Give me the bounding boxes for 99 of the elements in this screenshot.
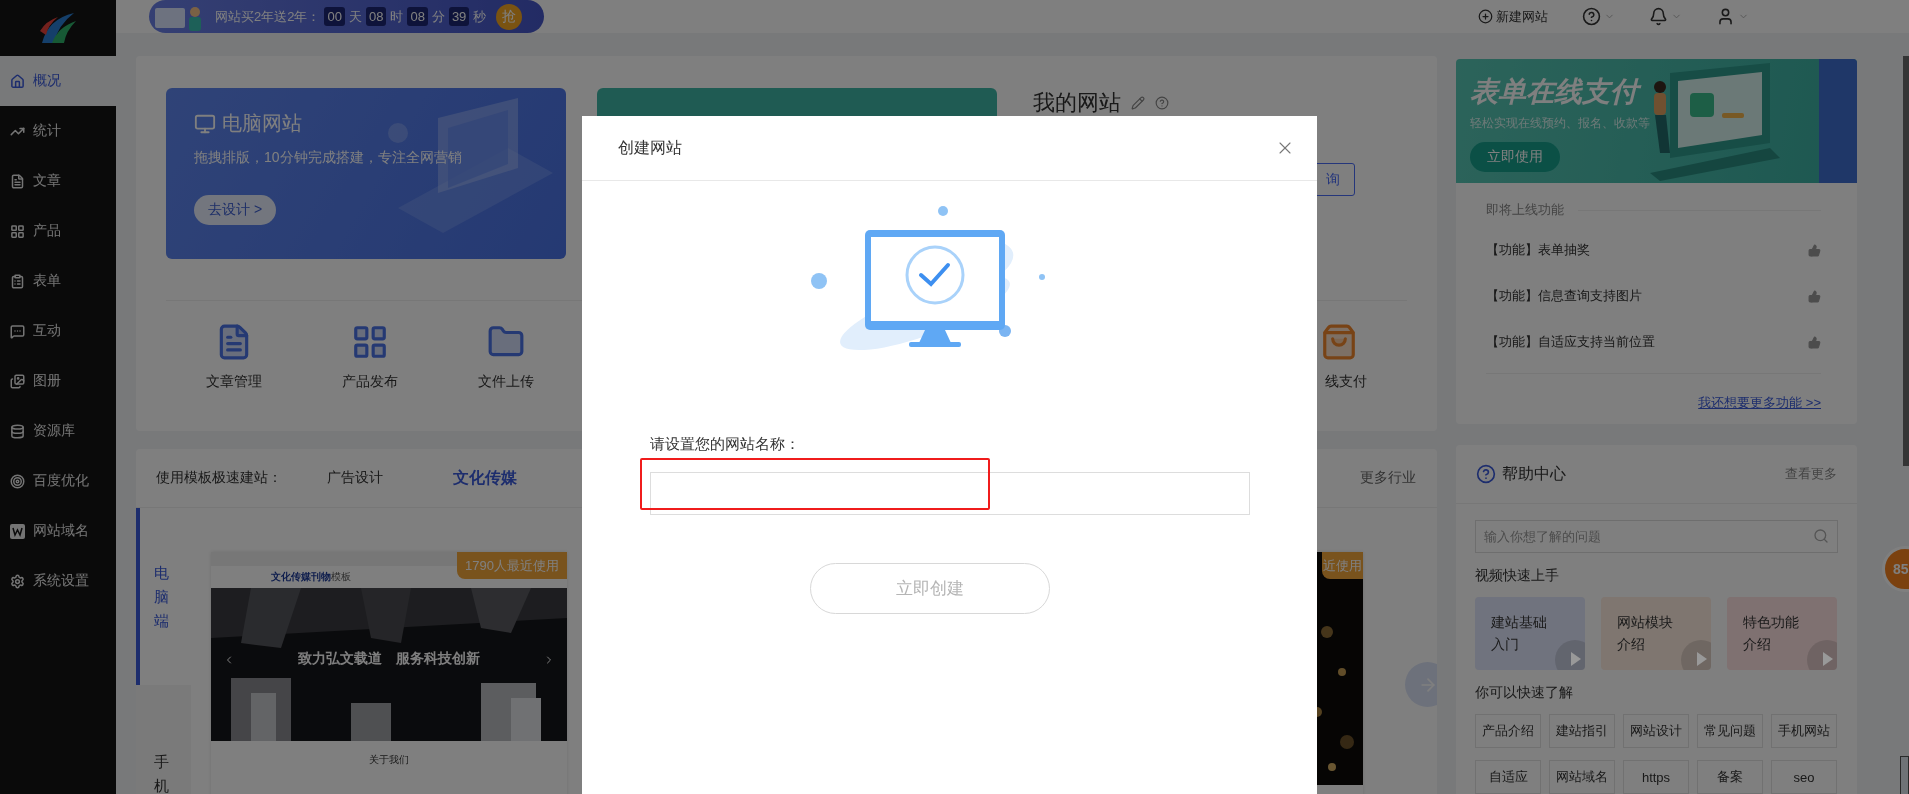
- w-square-icon: [10, 523, 25, 539]
- video-title: 建站基础: [1491, 613, 1548, 632]
- menu-icon: [10, 223, 25, 239]
- sidebar-item[interactable]: 百度优化: [0, 456, 116, 506]
- topic-tag[interactable]: https: [1623, 760, 1689, 794]
- banner-title: 电脑网站: [222, 111, 302, 136]
- thumbs-up-icon[interactable]: [1808, 289, 1821, 303]
- plus-icon: [1478, 9, 1493, 24]
- shortcut[interactable]: 文件上传: [438, 323, 574, 391]
- new-site-button[interactable]: 新建网站: [1478, 7, 1548, 26]
- search-icon: [1813, 528, 1829, 544]
- design-button[interactable]: 去设计 >: [194, 195, 277, 225]
- industry-tab[interactable]: 广告设计: [327, 469, 383, 487]
- usage-badge: 1790人最近使用: [457, 552, 567, 579]
- more-features-link[interactable]: 我还想要更多功能 >>: [1698, 380, 1821, 412]
- user-icon: [1716, 7, 1735, 26]
- topic-tag[interactable]: 自适应: [1475, 760, 1541, 794]
- feature-item: 【功能】信息查询支持图片: [1486, 287, 1642, 305]
- menu-icon: [10, 373, 25, 389]
- video-tile[interactable]: 网站模块 介绍: [1601, 597, 1711, 670]
- more-industries-link[interactable]: 更多行业: [1360, 469, 1416, 487]
- sidebar-item[interactable]: 表单: [0, 256, 116, 306]
- field-label: 请设置您的网站名称：: [650, 435, 801, 454]
- topic-tag[interactable]: 建站指引: [1549, 714, 1615, 748]
- video-title: 介绍: [1617, 635, 1646, 654]
- sidebar-item[interactable]: 资源库: [0, 406, 116, 456]
- edit-icon: [1131, 96, 1145, 110]
- feature-item: 【功能】表单抽奖: [1486, 241, 1590, 259]
- template-preview[interactable]: 1790人最近使用 文化传媒刊物模板 致力弘文载道 服务科技创新 关于我们: [211, 552, 567, 794]
- device-tab[interactable]: 手机: [136, 685, 191, 794]
- video-title: 介绍: [1743, 635, 1772, 654]
- card-title: 帮助中心: [1502, 463, 1566, 484]
- topic-tag[interactable]: 常见问题: [1697, 714, 1763, 748]
- thumbs-up-icon[interactable]: [1808, 335, 1821, 349]
- feature-item: 【功能】自适应支持当前位置: [1486, 333, 1655, 351]
- countdown-unit: 天: [348, 7, 362, 26]
- countdown-digits: 39: [448, 7, 470, 26]
- topic-tag[interactable]: 网站域名: [1549, 760, 1615, 794]
- topic-tag[interactable]: 备案: [1697, 760, 1763, 794]
- menu-icon: [10, 323, 25, 339]
- menu-icon: [10, 573, 25, 589]
- countdown-digits: 08: [365, 7, 387, 26]
- sidebar-item[interactable]: 概况: [0, 56, 116, 106]
- industry-tab[interactable]: 文化传媒: [453, 467, 517, 489]
- sidebar-item[interactable]: 统计: [0, 106, 116, 156]
- video-title: 特色功能: [1743, 613, 1800, 632]
- menu-icon: [10, 173, 25, 189]
- countdown-unit: 时: [390, 7, 404, 26]
- promo-pill[interactable]: 网站买2年送2年： 00 天 08 时 08 分 39 秒 抢: [149, 0, 544, 33]
- sidebar-item[interactable]: 产品: [0, 206, 116, 256]
- help-icon: [1155, 96, 1169, 110]
- sidebar-item[interactable]: 图册: [0, 356, 116, 406]
- section-title: 我的网站: [1033, 89, 1121, 117]
- menu-icon: [10, 273, 25, 289]
- menu-icon: [10, 73, 25, 89]
- template-label: 使用模板极速建站：: [156, 469, 282, 487]
- notification-menu[interactable]: [1649, 7, 1682, 26]
- countdown-unit: 秒: [473, 7, 487, 26]
- promo-text: 网站买2年送2年：: [215, 7, 321, 26]
- section-heading: 关于我们: [368, 753, 410, 767]
- thumbs-up-icon[interactable]: [1808, 243, 1821, 257]
- countdown-unit: 分: [431, 7, 445, 26]
- help-icon: [1582, 7, 1601, 26]
- site-logo: 文化传媒刊物模板: [271, 570, 351, 584]
- banner-title: 表单在线支付: [1470, 73, 1650, 111]
- help-icon: [1476, 464, 1496, 484]
- monitor-icon: [194, 112, 216, 135]
- card-title: 即将上线功能: [1486, 201, 1564, 219]
- countdown-digits: 08: [407, 7, 428, 26]
- help-menu[interactable]: [1582, 7, 1615, 26]
- menu-icon: [10, 423, 25, 439]
- topic-tag[interactable]: 手机网站: [1771, 714, 1837, 748]
- usage-badge: 近使用: [1322, 552, 1363, 579]
- sidebar-item[interactable]: 互动: [0, 306, 116, 356]
- topic-tag[interactable]: seo: [1771, 760, 1837, 794]
- bell-icon: [1649, 7, 1668, 26]
- shortcut[interactable]: 产品发布: [302, 323, 438, 391]
- shortcut[interactable]: 文章管理: [166, 323, 302, 391]
- countdown-digits: 00: [324, 7, 345, 26]
- video-tile[interactable]: 建站基础 入门: [1475, 597, 1585, 670]
- section-title: 视频快速上手: [1475, 567, 1560, 585]
- topic-tag[interactable]: 产品介绍: [1475, 714, 1541, 748]
- user-menu[interactable]: [1716, 7, 1749, 26]
- sidebar-item[interactable]: 文章: [0, 156, 116, 206]
- hero-title: 致力弘文载道 服务科技创新: [297, 650, 481, 668]
- logo-icon: [38, 11, 78, 45]
- video-tile[interactable]: 特色功能 介绍: [1727, 597, 1837, 670]
- use-now-button[interactable]: 立即使用: [1470, 142, 1560, 172]
- sidebar-item[interactable]: 网站域名: [0, 506, 116, 556]
- shortcut[interactable]: 线支付: [1271, 323, 1407, 391]
- video-title: 入门: [1491, 635, 1520, 654]
- section-title: 你可以快速了解: [1475, 684, 1574, 702]
- sidebar-item[interactable]: 系统设置: [0, 556, 116, 606]
- banner-subtitle: 拖拽排版，10分钟完成搭建，专注全网营销: [194, 149, 463, 167]
- menu-icon: [10, 473, 25, 489]
- topic-tag[interactable]: 网站设计: [1623, 714, 1689, 748]
- dialog-title: 创建网站: [618, 137, 682, 158]
- view-more-link[interactable]: 查看更多: [1785, 465, 1837, 483]
- video-title: 网站模块: [1617, 613, 1674, 632]
